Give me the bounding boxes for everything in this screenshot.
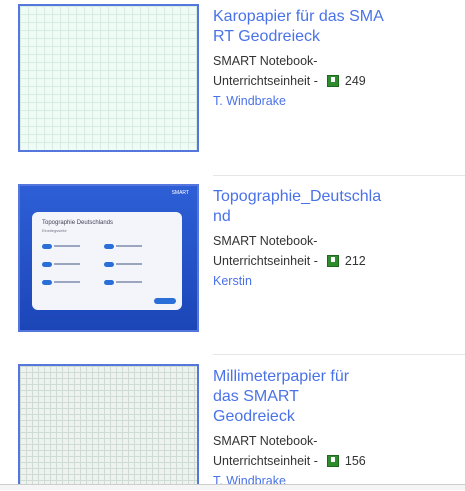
item-title-link[interactable]: Topographie_Deutschland (213, 187, 388, 227)
thumbnail-karopapier[interactable] (18, 4, 199, 152)
author-link[interactable]: Kerstin (213, 274, 252, 288)
item-type-line2: Unterrichtseinheit - 249 (213, 71, 458, 91)
item-separator: - (313, 74, 318, 88)
slide-pill (42, 244, 52, 249)
download-count: 212 (344, 254, 366, 268)
item-separator: - (313, 454, 318, 468)
slide-pill-label (116, 245, 142, 247)
slide-pill-label (54, 263, 80, 265)
download-icon (327, 254, 340, 267)
download-count: 156 (344, 454, 366, 468)
download-count: 249 (344, 74, 366, 88)
download-icon (327, 454, 340, 467)
slide-pill (104, 280, 114, 285)
item-type-line2: Unterrichtseinheit - 156 (213, 451, 458, 471)
item-meta: SMART Notebook- Unterrichtseinheit - 212… (213, 231, 458, 291)
item-info: Topographie_Deutschland SMART Notebook- … (213, 187, 458, 291)
slide-title: Topographie Deutschlands (42, 220, 114, 226)
item-type-text: Unterrichtseinheit (213, 254, 311, 268)
item-info: Karopapier für das SMART Geodreieck SMAR… (213, 7, 458, 111)
item-type-line1: SMART Notebook- (213, 434, 318, 448)
thumbnail-millimeterpapier[interactable] (18, 364, 199, 489)
thumbnail-topographie[interactable]: SMART Topographie Deutschlands Einstiegs… (18, 184, 199, 332)
item-separator: - (313, 254, 318, 268)
download-icon (327, 74, 340, 87)
separator-line (213, 175, 465, 176)
item-type-line1: SMART Notebook- (213, 234, 318, 248)
item-meta: SMART Notebook- Unterrichtseinheit - 156… (213, 431, 458, 491)
slide-pill-label (54, 281, 80, 283)
slide-panel: Topographie Deutschlands Einstiegsseite (32, 212, 182, 310)
slide-pill (104, 262, 114, 267)
item-type-line2: Unterrichtseinheit - 212 (213, 251, 458, 271)
item-info: Millimeterpapier für das SMART Geodreiec… (213, 367, 458, 491)
slide-pill (42, 280, 52, 285)
separator-line (213, 354, 465, 355)
item-meta: SMART Notebook- Unterrichtseinheit - 249… (213, 51, 458, 111)
slide-pill (42, 262, 52, 267)
slide-pill-label (116, 263, 142, 265)
slide-subtitle: Einstiegsseite (42, 228, 67, 233)
item-type-text: Unterrichtseinheit (213, 74, 311, 88)
item-title-link[interactable]: Karopapier für das SMART Geodreieck (213, 7, 388, 47)
slide-logo: SMART (171, 190, 189, 196)
item-title-link[interactable]: Millimeterpapier für das SMART Geodreiec… (213, 367, 378, 427)
slide-pill-label (54, 245, 80, 247)
slide-button (154, 298, 176, 304)
slide-pill-label (116, 281, 142, 283)
item-type-line1: SMART Notebook- (213, 54, 318, 68)
item-type-text: Unterrichtseinheit (213, 454, 311, 468)
slide-pill (104, 244, 114, 249)
author-link[interactable]: T. Windbrake (213, 94, 286, 108)
horizontal-scrollbar[interactable] (0, 484, 465, 490)
